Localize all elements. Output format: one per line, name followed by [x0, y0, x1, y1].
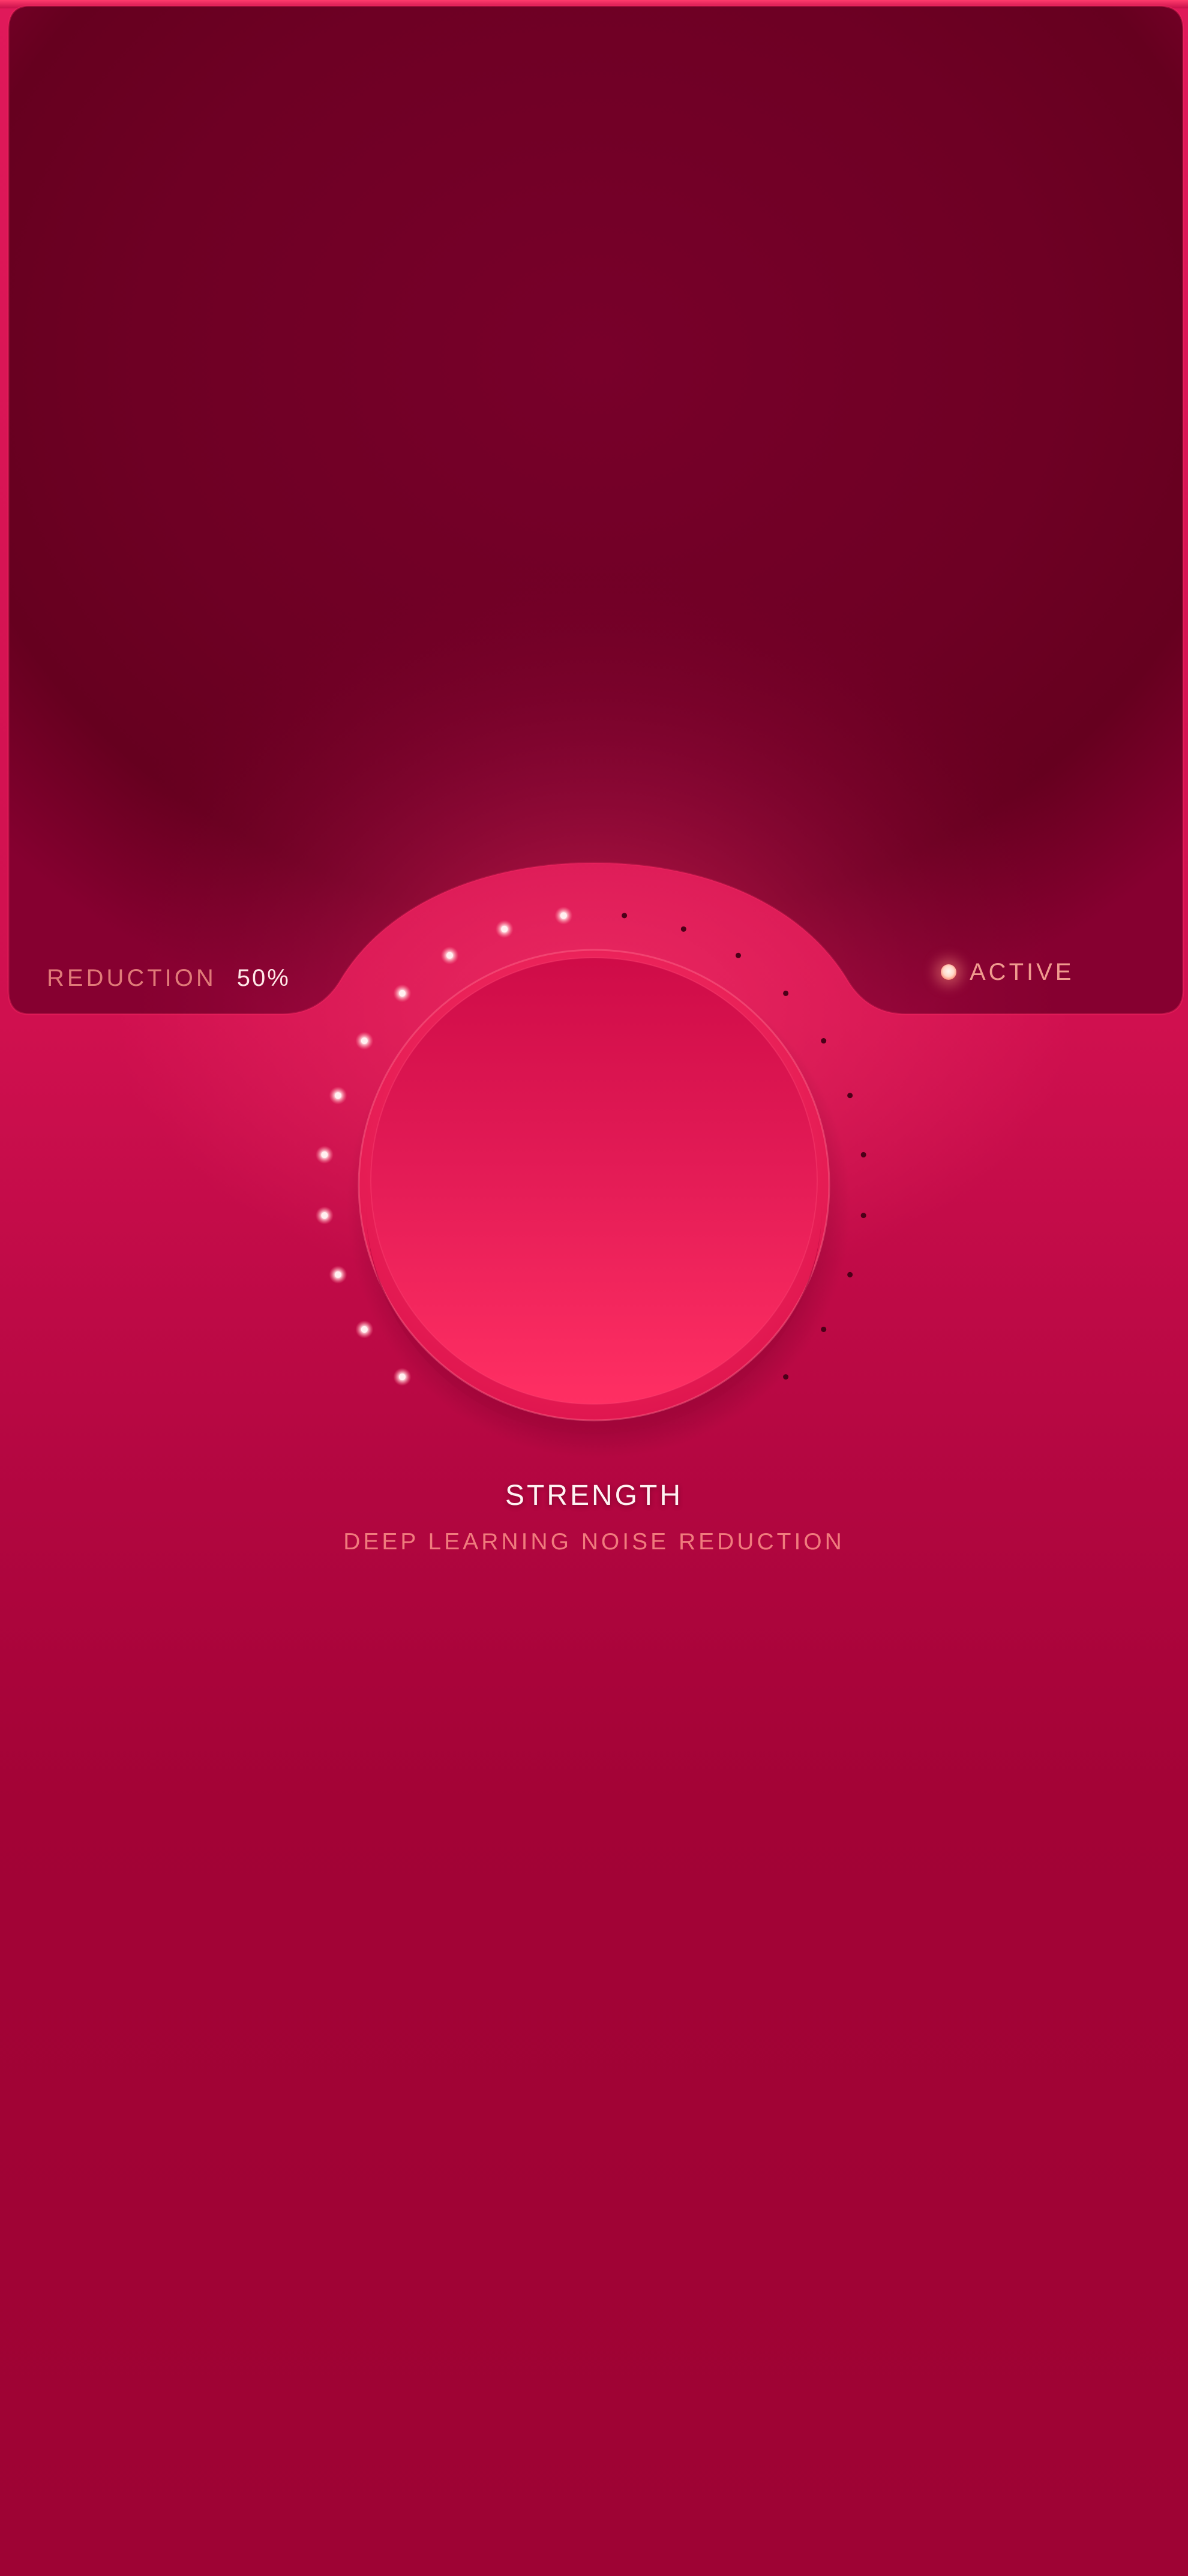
scale-tick-lit — [321, 1151, 328, 1158]
knob-subtitle: DEEP LEARNING NOISE REDUCTION — [343, 1529, 845, 1555]
scale-tick-unlit — [847, 1271, 853, 1277]
scale-tick-unlit — [783, 990, 789, 996]
strength-knob[interactable] — [360, 951, 831, 1422]
scale-tick-lit — [361, 1037, 368, 1045]
scale-tick-lit — [560, 912, 567, 919]
scale-tick-lit — [361, 1326, 368, 1333]
scale-tick-unlit — [821, 1326, 827, 1332]
scale-tick-lit — [446, 952, 454, 959]
scale-tick-unlit — [821, 1038, 827, 1044]
scale-tick-unlit — [860, 1151, 866, 1157]
scale-tick-unlit — [680, 926, 686, 932]
knob-title: STRENGTH — [505, 1480, 683, 1512]
scale-tick-unlit — [622, 913, 628, 919]
scale-tick-unlit — [860, 1213, 866, 1219]
scale-tick-lit — [321, 1212, 328, 1219]
scale-tick-lit — [334, 1092, 341, 1099]
scale-tick-lit — [501, 925, 508, 932]
scale-tick-unlit — [735, 952, 741, 958]
strength-knob-area — [0, 0, 1188, 1620]
scale-tick-lit — [398, 989, 406, 997]
scale-tick-lit — [334, 1271, 341, 1278]
scale-tick-lit — [398, 1374, 406, 1381]
scale-tick-unlit — [847, 1093, 853, 1099]
